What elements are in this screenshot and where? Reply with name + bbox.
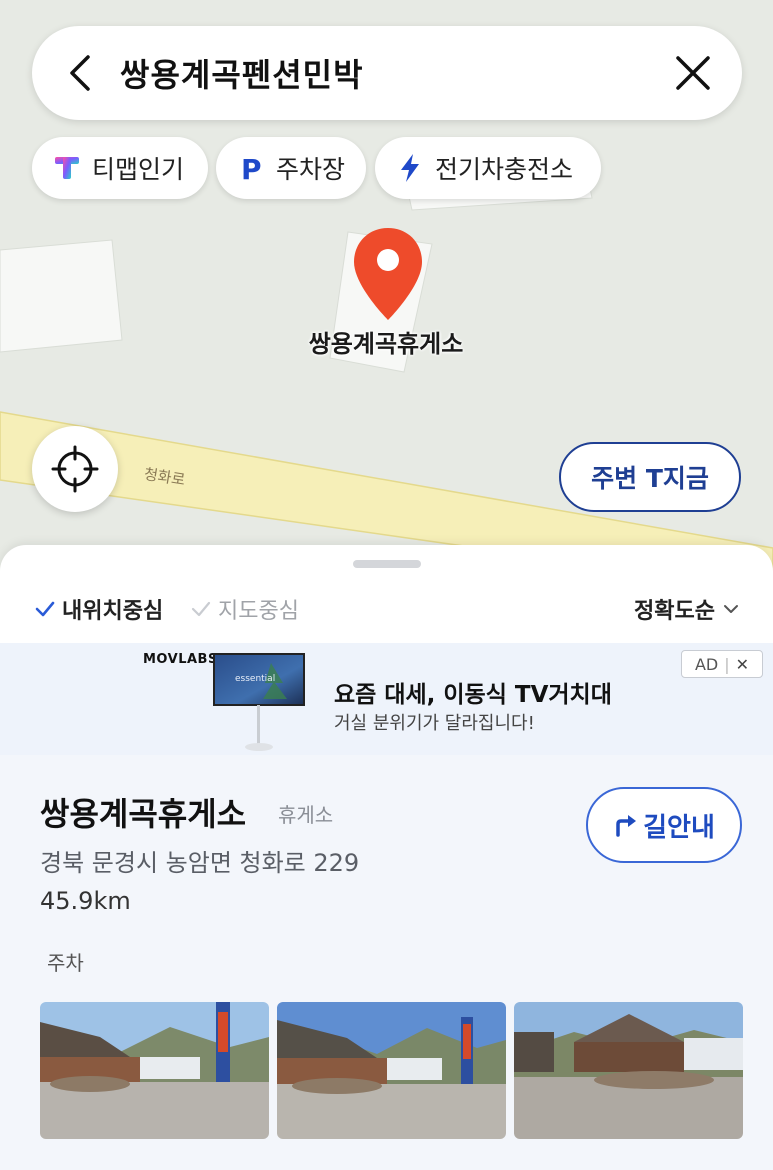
place-category: 휴게소 [278, 803, 334, 827]
crosshair-icon [51, 445, 99, 493]
ad-tv-stand-image: essential [213, 653, 305, 751]
sheet-drag-handle[interactable] [353, 560, 421, 568]
close-icon [676, 56, 710, 90]
ad-close-icon[interactable]: ✕ [736, 655, 749, 674]
chip-label: 티맵인기 [92, 155, 185, 184]
filter-label: 지도중심 [218, 599, 299, 624]
check-icon [35, 601, 55, 617]
turn-right-arrow-icon [616, 815, 637, 837]
place-address: 경북 문경시 농암면 청화로 229 [40, 849, 360, 877]
filter-my-location[interactable]: 내위치중심 [34, 593, 163, 625]
nearby-tnow-button[interactable]: 주변 T지금 [559, 442, 741, 512]
sort-label: 정확도순 [634, 599, 715, 624]
chip-label: 주차장 [276, 155, 346, 184]
directions-button[interactable]: 길안내 [586, 787, 742, 863]
svg-text:P: P [241, 154, 262, 182]
filter-map-center[interactable]: 지도중심 [190, 593, 299, 625]
chip-label: 전기차충전소 [435, 155, 574, 184]
parking-icon: P [236, 153, 266, 183]
back-arrow-icon [70, 55, 90, 91]
ad-tv-screen-text: essential [235, 674, 275, 684]
chip-parking[interactable]: P 주차장 [216, 137, 366, 199]
filter-label: 내위치중심 [62, 599, 164, 624]
chevron-down-icon [724, 605, 738, 613]
ad-subtitle: 거실 분위기가 달라집니다! [334, 713, 535, 734]
lightning-icon [395, 153, 425, 183]
ad-badge[interactable]: AD | ✕ [681, 650, 763, 678]
place-name[interactable]: 쌍용계곡휴게소 [40, 789, 246, 835]
place-photo[interactable] [40, 1002, 269, 1139]
ad-brand: MOVLABS [143, 652, 218, 667]
ad-banner[interactable]: MOVLABS essential 요즘 대세, 이동식 TV거치대 거실 분위… [0, 643, 773, 755]
tmap-logo-icon [52, 153, 82, 183]
back-button[interactable] [54, 46, 108, 100]
current-location-button[interactable] [32, 426, 118, 512]
place-photo[interactable] [514, 1002, 743, 1139]
map-view[interactable]: 청화로 쌍용계곡휴게소 쌍용계곡펜션민박 티맵인기 P 주차장 전기차충전소 주… [0, 0, 773, 590]
search-bar: 쌍용계곡펜션민박 [32, 26, 742, 120]
clear-search-button[interactable] [666, 46, 720, 100]
results-sheet: 내위치중심 지도중심 정확도순 MOVLABS essential 요즘 대세,… [0, 545, 773, 1170]
result-item[interactable]: 쌍용계곡휴게소 휴게소 경북 문경시 농암면 청화로 229 45.9km 주차… [0, 755, 773, 1170]
check-icon [191, 601, 211, 617]
sort-dropdown[interactable]: 정확도순 [634, 593, 739, 625]
search-input[interactable]: 쌍용계곡펜션민박 [120, 50, 364, 96]
ad-badge-divider: | [724, 654, 730, 674]
place-distance: 45.9km [40, 887, 131, 915]
place-tag: 주차 [47, 951, 84, 975]
place-photo[interactable] [277, 1002, 506, 1139]
chip-tmap-popular[interactable]: 티맵인기 [32, 137, 208, 199]
directions-label: 길안내 [643, 812, 715, 843]
chip-ev-charging[interactable]: 전기차충전소 [375, 137, 601, 199]
poi-label[interactable]: 쌍용계곡휴게소 [286, 324, 486, 359]
ad-label: AD [694, 654, 719, 674]
ad-title: 요즘 대세, 이동식 TV거치대 [334, 682, 612, 708]
filter-row: 내위치중심 지도중심 정확도순 [0, 583, 773, 633]
location-pin-icon[interactable] [352, 226, 424, 322]
